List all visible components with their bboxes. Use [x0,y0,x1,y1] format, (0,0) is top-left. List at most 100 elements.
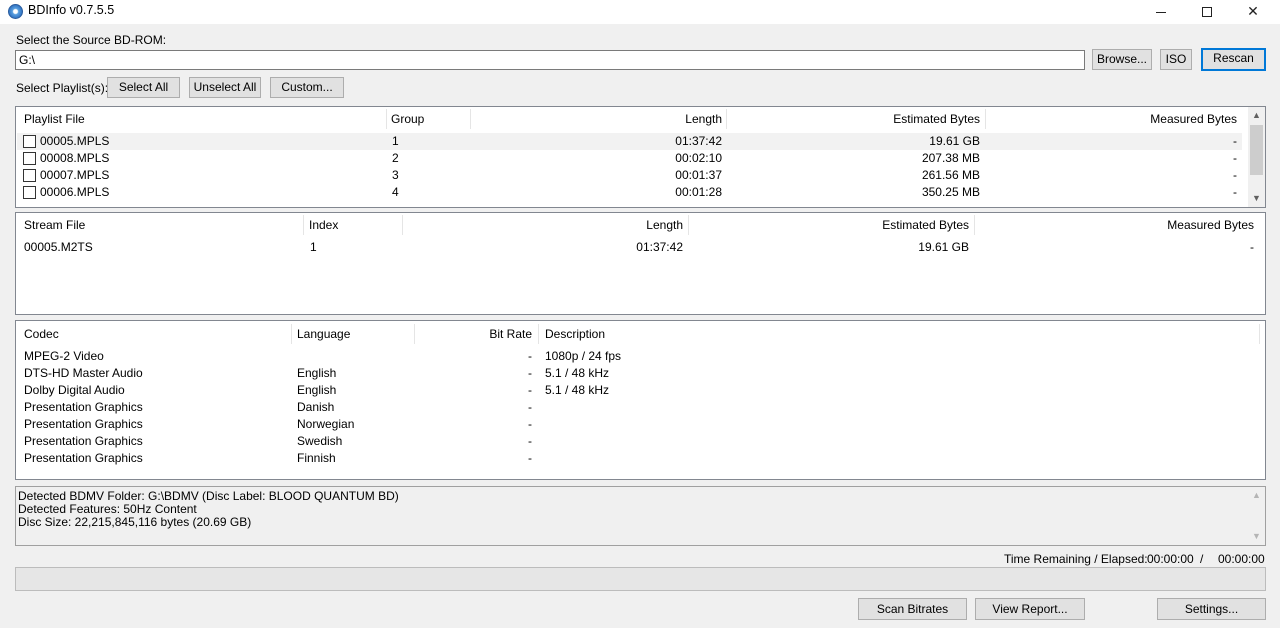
minimize-button[interactable] [1138,0,1184,22]
codec-name: Presentation Graphics [24,451,143,465]
stream-list[interactable]: Stream File Index Length Estimated Bytes… [15,212,1266,315]
scroll-thumb[interactable] [1250,125,1263,175]
playlist-file: 00007.MPLS [40,168,110,182]
bdinfo-disc-icon [8,4,23,19]
playlist-estimated-bytes: 261.56 MB [921,168,980,182]
scroll-up-icon[interactable]: ▲ [1248,107,1265,124]
codec-name: Presentation Graphics [24,434,143,448]
column-separator [414,324,415,344]
playlist-estimated-bytes: 207.38 MB [921,151,980,165]
view-report-button[interactable]: View Report... [975,598,1085,620]
column-separator [688,215,689,235]
close-button[interactable]: ✕ [1230,0,1276,22]
scroll-down-icon[interactable]: ▼ [1248,190,1265,207]
codec-language: Swedish [297,434,343,448]
stream-file: 00005.M2TS [24,240,93,254]
time-label: Time Remaining / Elapsed: [1004,552,1148,566]
codec-language: Danish [297,400,335,414]
codec-bit-rate: - [528,451,532,465]
iso-button[interactable]: ISO [1160,49,1192,70]
codec-bit-rate: - [528,417,532,431]
playlist-group: 2 [392,151,399,165]
codec-name: MPEG-2 Video [24,349,104,363]
playlist-checkbox[interactable] [23,152,36,165]
maximize-button[interactable] [1184,0,1230,22]
stream-measured-bytes: - [1250,240,1254,254]
rescan-button[interactable]: Rescan [1201,48,1266,71]
column-separator [974,215,975,235]
playlist-measured-bytes: - [1233,151,1237,165]
playlist-length: 00:02:10 [675,151,722,165]
playlist-list[interactable]: Playlist File Group Length Estimated Byt… [15,106,1266,208]
playlist-length: 01:37:42 [675,134,722,148]
column-separator [291,324,292,344]
header-bit-rate[interactable]: Bit Rate [420,322,532,346]
header-length[interactable]: Length [408,213,683,237]
header-description[interactable]: Description [545,322,605,346]
column-separator [985,109,986,129]
codec-description: 5.1 / 48 kHz [545,383,610,397]
playlist-group: 1 [392,134,399,148]
playlist-measured-bytes: - [1233,134,1237,148]
time-remaining: 00:00:00 [1147,552,1194,566]
time-separator: / [1200,552,1204,566]
codec-name: Dolby Digital Audio [24,383,125,397]
header-estimated-bytes[interactable]: Estimated Bytes [694,213,969,237]
header-length[interactable]: Length [476,107,722,131]
codec-list[interactable]: Codec Language Bit Rate Description MPEG… [15,320,1266,480]
playlist-file: 00008.MPLS [40,151,110,165]
column-separator [538,324,539,344]
minimize-icon [1156,11,1166,13]
header-group[interactable]: Group [391,107,424,131]
unselect-all-button[interactable]: Unselect All [189,77,261,98]
header-language[interactable]: Language [297,322,350,346]
header-index[interactable]: Index [309,213,338,237]
header-stream-file[interactable]: Stream File [24,213,85,237]
column-separator [303,215,304,235]
scan-bitrates-button[interactable]: Scan Bitrates [858,598,967,620]
codec-language: English [297,366,337,380]
codec-bit-rate: - [528,366,532,380]
scroll-down-icon[interactable]: ▼ [1248,528,1265,545]
info-textbox[interactable]: Detected BDMV Folder: G:\BDMV (Disc Labe… [15,486,1266,546]
playlist-length: 00:01:37 [675,168,722,182]
codec-bit-rate: - [528,400,532,414]
codec-bit-rate: - [528,434,532,448]
settings-button[interactable]: Settings... [1157,598,1266,620]
playlist-checkbox[interactable] [23,186,36,199]
browse-button[interactable]: Browse... [1092,49,1152,70]
stream-estimated-bytes: 19.61 GB [918,240,969,254]
column-separator [726,109,727,129]
column-separator [386,109,387,129]
scan-progress-bar [15,567,1266,591]
select-all-button[interactable]: Select All [107,77,180,98]
header-measured-bytes[interactable]: Measured Bytes [980,213,1254,237]
scroll-up-icon[interactable]: ▲ [1248,487,1265,504]
codec-language: Norwegian [297,417,355,431]
stream-length: 01:37:42 [636,240,683,254]
header-estimated-bytes[interactable]: Estimated Bytes [732,107,980,131]
playlist-length: 00:01:28 [675,185,722,199]
codec-language: English [297,383,337,397]
playlist-scrollbar[interactable]: ▲ ▼ [1248,107,1265,207]
source-path-input[interactable] [15,50,1085,70]
header-playlist-file[interactable]: Playlist File [24,107,85,131]
playlist-file: 00005.MPLS [40,134,110,148]
source-label: Select the Source BD-ROM: [16,33,167,47]
header-codec[interactable]: Codec [24,322,59,346]
window-title: BDInfo v0.7.5.5 [28,3,115,17]
playlist-measured-bytes: - [1233,185,1237,199]
codec-name: DTS-HD Master Audio [24,366,143,380]
codec-name: Presentation Graphics [24,400,143,414]
playlist-checkbox[interactable] [23,135,36,148]
playlist-checkbox[interactable] [23,169,36,182]
info-scrollbar[interactable]: ▲ ▼ [1248,487,1265,545]
playlist-group: 3 [392,168,399,182]
title-bar: BDInfo v0.7.5.5 ✕ [0,0,1280,24]
header-measured-bytes[interactable]: Measured Bytes [991,107,1237,131]
custom-button[interactable]: Custom... [270,77,344,98]
codec-description: 1080p / 24 fps [545,349,622,363]
playlist-measured-bytes: - [1233,168,1237,182]
codec-name: Presentation Graphics [24,417,143,431]
codec-bit-rate: - [528,349,532,363]
